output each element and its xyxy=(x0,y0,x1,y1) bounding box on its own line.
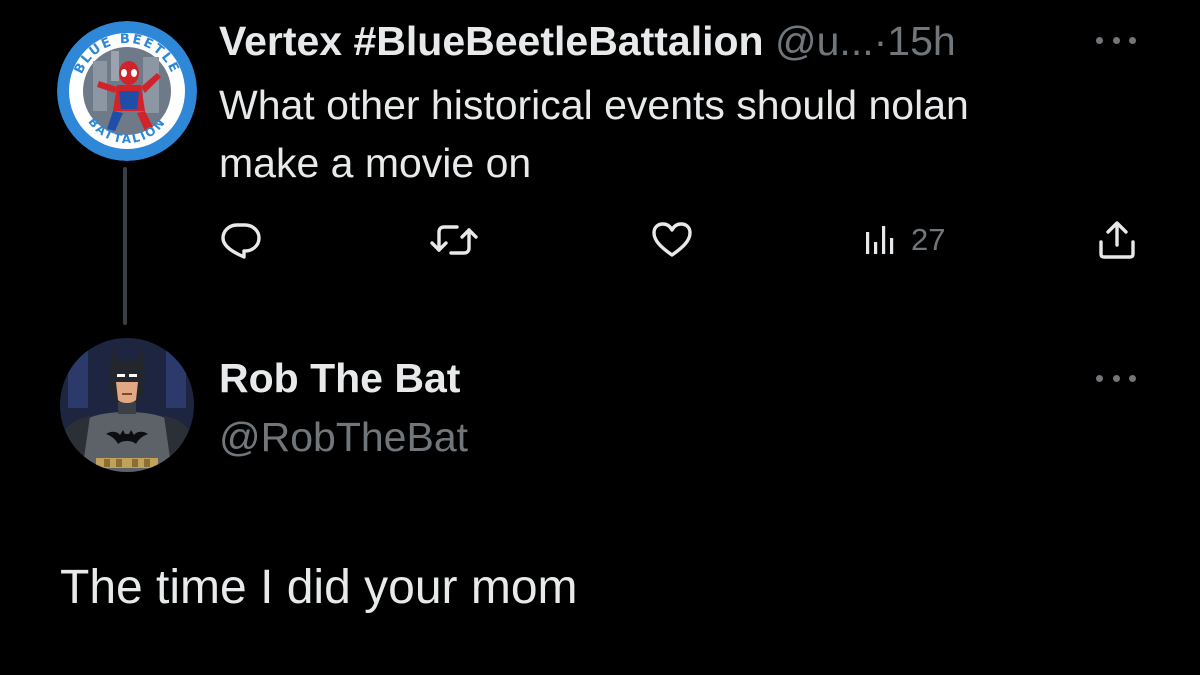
parent-tweet-text-line: make a movie on xyxy=(219,140,532,186)
blue-beetle-battalion-avatar: BLUE BEETLE BATTALION xyxy=(57,21,197,161)
reply-avatar[interactable] xyxy=(60,338,194,472)
parent-tweet-text-line: What other historical events should nola… xyxy=(219,82,969,128)
more-icon xyxy=(1096,374,1103,382)
retweet-button[interactable] xyxy=(428,220,480,260)
parent-tweet-text: What other historical events should nola… xyxy=(219,76,1119,192)
more-icon xyxy=(1112,36,1120,44)
heart-icon xyxy=(652,222,692,257)
parent-timestamp[interactable]: 15h xyxy=(887,18,955,64)
parent-display-name[interactable]: Vertex #BlueBeetleBattalion xyxy=(219,18,764,64)
parent-avatar[interactable]: BLUE BEETLE BATTALION xyxy=(57,21,197,161)
reply-more-button[interactable] xyxy=(1096,368,1136,388)
retweet-icon xyxy=(430,225,478,255)
more-icon xyxy=(1096,36,1103,44)
parent-more-button[interactable] xyxy=(1096,30,1136,50)
views-button[interactable]: 27 xyxy=(863,220,945,260)
views-icon xyxy=(866,226,894,254)
reply-icon xyxy=(221,223,261,259)
share-button[interactable] xyxy=(1096,220,1138,260)
reply-handle[interactable]: @RobTheBat xyxy=(219,409,468,465)
reply-display-name[interactable]: Rob The Bat xyxy=(219,350,460,406)
more-icon xyxy=(1112,374,1120,382)
parent-handle[interactable]: @u... xyxy=(775,18,874,64)
separator-dot: · xyxy=(873,18,888,64)
parent-tweet-header: Vertex #BlueBeetleBattalion @u...·15h xyxy=(219,13,956,69)
batman-avatar xyxy=(60,338,194,472)
reply-tweet-text: The time I did your mom xyxy=(60,561,578,614)
thread-connector-line xyxy=(123,167,127,325)
share-icon xyxy=(1099,221,1135,259)
reply-button[interactable] xyxy=(220,220,262,260)
more-icon xyxy=(1129,36,1136,44)
more-icon xyxy=(1129,374,1136,382)
like-button[interactable] xyxy=(650,220,694,260)
views-count: 27 xyxy=(911,222,946,257)
